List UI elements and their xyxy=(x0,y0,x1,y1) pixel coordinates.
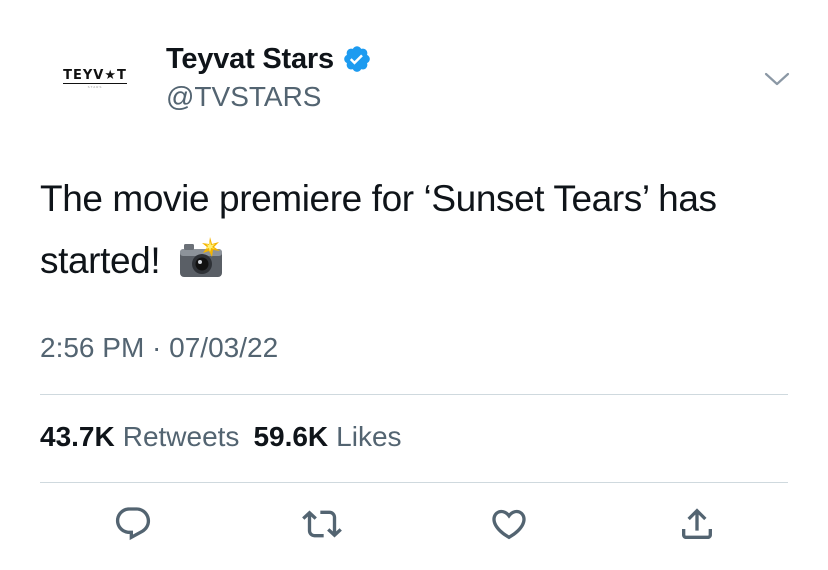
name-row: Teyvat Stars xyxy=(166,40,372,78)
like-button[interactable] xyxy=(489,504,529,544)
handle[interactable]: @TVSTARS xyxy=(166,81,372,113)
retweets-label[interactable]: Retweets xyxy=(123,421,240,453)
action-bar xyxy=(0,500,828,550)
retweets-count[interactable]: 43.7K xyxy=(40,421,115,453)
reply-icon xyxy=(115,507,151,541)
avatar-logo-subtext: STARS xyxy=(87,85,103,89)
retweet-button[interactable] xyxy=(302,504,342,544)
verified-badge-icon xyxy=(344,46,370,72)
retweet-icon xyxy=(302,510,342,538)
camera-flash-icon xyxy=(180,237,223,277)
engagement-stats: 43.7K Retweets 59.6K Likes xyxy=(40,421,416,453)
divider xyxy=(40,394,788,395)
likes-count[interactable]: 59.6K xyxy=(253,421,328,453)
chevron-down-icon[interactable] xyxy=(762,68,792,90)
tweet-text: The movie premiere for ‘Sunset Tears’ ha… xyxy=(40,168,800,292)
author-info[interactable]: Teyvat Stars @TVSTARS xyxy=(166,40,372,113)
divider xyxy=(40,482,788,483)
display-name[interactable]: Teyvat Stars xyxy=(166,43,334,76)
likes-label[interactable]: Likes xyxy=(336,421,401,453)
avatar-logo-text: TEYV★T xyxy=(63,68,127,84)
tweet-text-content: The movie premiere for ‘Sunset Tears’ ha… xyxy=(40,178,717,281)
share-icon xyxy=(682,508,712,539)
avatar[interactable]: TEYV★T STARS xyxy=(40,38,150,120)
tweet-detail: TEYV★T STARS Teyvat Stars @TVSTARS The m… xyxy=(0,0,828,570)
reply-button[interactable] xyxy=(113,504,153,544)
heart-icon xyxy=(492,509,526,540)
tweet-timestamp[interactable]: 2:56 PM · 07/03/22 xyxy=(40,332,278,364)
share-button[interactable] xyxy=(677,504,717,544)
